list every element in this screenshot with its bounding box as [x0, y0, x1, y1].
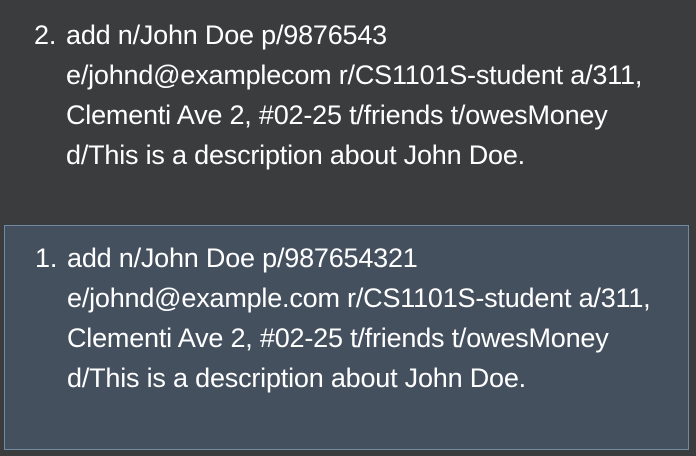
history-list-item-selected[interactable]: 1. add n/John Doe p/987654321 e/johnd@ex… — [4, 225, 689, 450]
list-bottom-padding — [0, 450, 696, 456]
history-list-item[interactable]: 2. add n/John Doe p/9876543 e/johnd@exam… — [0, 15, 696, 220]
history-item-command-text: add n/John Doe p/987654321 e/johnd@examp… — [67, 243, 651, 393]
history-item-command-text: add n/John Doe p/9876543 e/johnd@example… — [66, 20, 643, 170]
history-item-index: 2. — [34, 20, 57, 50]
command-history-list[interactable]: 2. add n/John Doe p/9876543 e/johnd@exam… — [0, 0, 696, 456]
history-item-index: 1. — [35, 243, 58, 273]
